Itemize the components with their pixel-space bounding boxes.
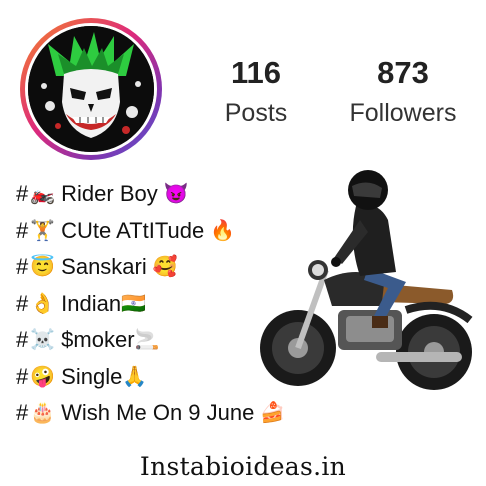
motorcycle-rider-image [260, 170, 473, 390]
smiling-devil-icon: 😈 [163, 183, 189, 206]
bio-line-attitude: # 🏋️ CUte ATtITude 🔥 [16, 213, 285, 250]
cigarette-icon: 🚬 [134, 329, 160, 352]
shortcake-icon: 🍰 [260, 402, 286, 425]
hash-symbol: # [16, 290, 29, 316]
followers-count: 873 [377, 55, 429, 90]
bio-line-text: Sanskari [61, 254, 147, 280]
bio-line-rider: # 🏍️ Rider Boy 😈 [16, 176, 285, 213]
hash-symbol: # [16, 181, 29, 207]
hash-symbol: # [16, 327, 29, 353]
bio-line-birthday: # 🎂 Wish Me On 9 June 🍰 [16, 395, 285, 432]
posts-label: Posts [224, 99, 288, 127]
bio-line-text: Indian [61, 290, 122, 316]
bio-line-text: Wish Me On 9 June [61, 400, 255, 426]
folded-hands-icon: 🙏 [122, 365, 148, 388]
followers-label: Followers [349, 99, 457, 127]
india-flag-icon: 🇮🇳 [121, 292, 147, 315]
hash-symbol: # [16, 400, 29, 426]
joker-face-icon [28, 26, 154, 152]
smiling-halo-icon: 😇 [30, 256, 56, 279]
bio-line-text: $moker [61, 327, 135, 353]
bio-line-single: # 🤪 Single 🙏 [16, 359, 285, 396]
avatar-image [25, 23, 157, 155]
hash-symbol: # [16, 363, 29, 389]
hash-symbol: # [16, 217, 29, 243]
bio-line-text: CUte ATtITude [61, 217, 205, 243]
zany-face-icon: 🤪 [30, 365, 56, 388]
hash-symbol: # [16, 254, 29, 280]
skull-crossbones-icon: ☠️ [30, 329, 56, 352]
bio-line-smoker: # ☠️ $moker 🚬 [16, 322, 285, 359]
followers-stat[interactable]: 873 Followers [338, 55, 468, 129]
bio-line-text: Single [61, 363, 123, 389]
fire-icon: 🔥 [210, 219, 236, 242]
birthday-cake-icon: 🎂 [30, 402, 56, 425]
site-watermark: Instabioideas.in [139, 452, 347, 481]
bio-line-sanskari: # 😇 Sanskari 🥰 [16, 249, 285, 286]
ok-hand-icon: 👌 [30, 292, 56, 315]
bio-line-text: Rider Boy [61, 181, 158, 207]
smiling-hearts-icon: 🥰 [152, 256, 178, 279]
weightlifter-icon: 🏋️ [30, 219, 56, 242]
profile-avatar[interactable] [20, 18, 162, 160]
posts-count: 116 [230, 55, 281, 90]
posts-stat[interactable]: 116 Posts [212, 55, 300, 129]
motorcycle-icon: 🏍️ [30, 183, 56, 206]
bio-text: # 🏍️ Rider Boy 😈 # 🏋️ CUte ATtITude 🔥 # … [16, 176, 285, 432]
bio-line-indian: # 👌 Indian 🇮🇳 [16, 286, 285, 323]
